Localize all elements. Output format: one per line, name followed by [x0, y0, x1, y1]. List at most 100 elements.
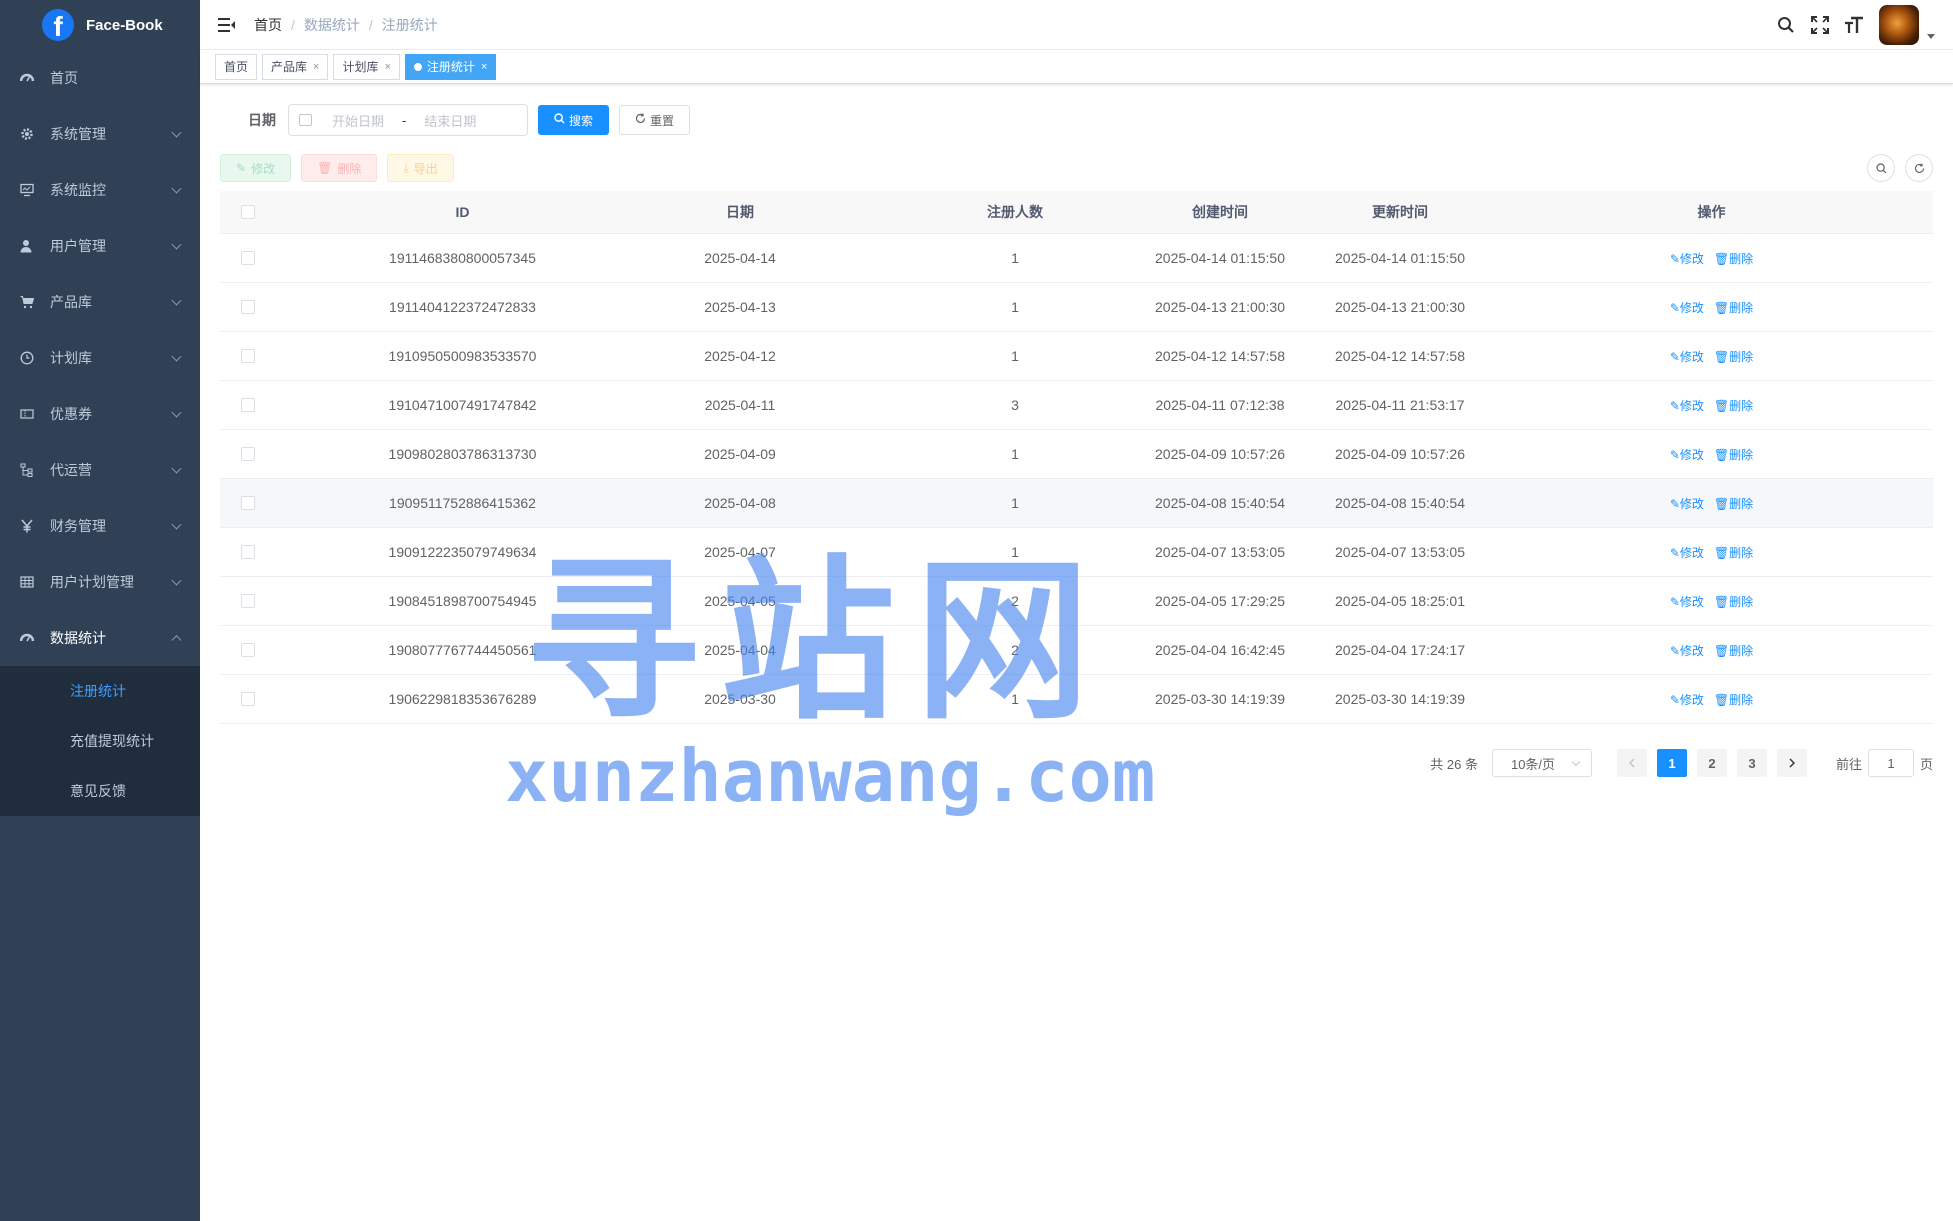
- row-edit-link[interactable]: ✎修改: [1670, 252, 1704, 266]
- row-delete-link[interactable]: 🗑︎删除: [1714, 301, 1753, 315]
- row-checkbox[interactable]: [240, 349, 255, 363]
- row-checkbox[interactable]: [240, 398, 255, 412]
- row-edit-link[interactable]: ✎修改: [1670, 399, 1704, 413]
- export-button[interactable]: ⤓ 导出: [387, 154, 454, 182]
- sidebar-subitem[interactable]: 意见反馈: [0, 766, 200, 816]
- search-button[interactable]: 搜索: [538, 105, 610, 135]
- table-row[interactable]: 1906229818353676289 2025-03-30 1 2025-03-30…: [220, 675, 1933, 724]
- cell-date: 2025-04-11: [704, 397, 776, 413]
- select-all-checkbox[interactable]: [240, 205, 255, 219]
- sidebar-item[interactable]: 数据统计: [0, 610, 200, 666]
- row-checkbox[interactable]: [240, 692, 255, 706]
- close-icon[interactable]: ×: [481, 61, 487, 73]
- cell-id: 1911404122372472833: [389, 299, 536, 315]
- date-range-picker[interactable]: 开始日期 - 结束日期: [288, 104, 528, 136]
- row-delete-link[interactable]: 🗑︎删除: [1714, 644, 1753, 658]
- row-checkbox[interactable]: [240, 545, 255, 559]
- caret-down-icon[interactable]: [1927, 33, 1935, 39]
- table-row[interactable]: 1909122235079749634 2025-04-07 1 2025-04-07…: [220, 528, 1933, 577]
- column-header-actions: 操作: [1697, 204, 1726, 220]
- fullscreen-icon[interactable]: [1809, 14, 1831, 36]
- edit-icon: ✎: [1669, 251, 1680, 266]
- edit-button[interactable]: ✎ 修改: [220, 154, 292, 182]
- sidebar-item[interactable]: 代运营: [0, 442, 200, 498]
- row-delete-link[interactable]: 🗑︎删除: [1714, 252, 1753, 266]
- row-checkbox[interactable]: [240, 447, 255, 461]
- close-icon[interactable]: ×: [384, 61, 390, 73]
- table-row[interactable]: 1911404122372472833 2025-04-13 1 2025-04-13…: [220, 283, 1933, 332]
- hamburger-icon[interactable]: [218, 17, 235, 32]
- edit-icon: ✎: [1669, 643, 1680, 658]
- row-edit-link[interactable]: ✎修改: [1670, 546, 1704, 560]
- breadcrumb-item[interactable]: 首页: [254, 15, 282, 35]
- sidebar-item[interactable]: 系统监控: [0, 162, 200, 218]
- row-checkbox[interactable]: [240, 300, 255, 314]
- app-name: Face-Book: [86, 16, 163, 34]
- row-delete-link[interactable]: 🗑︎删除: [1714, 693, 1753, 707]
- sidebar-item[interactable]: 计划库: [0, 330, 200, 386]
- table-row[interactable]: 1909802803786313730 2025-04-09 1 2025-04-09…: [220, 430, 1933, 479]
- next-page-button[interactable]: [1776, 749, 1807, 777]
- table-row[interactable]: 1908077767744450561 2025-04-04 2 2025-04-04…: [220, 626, 1933, 675]
- font-size-icon[interactable]: [1843, 14, 1865, 36]
- page-button[interactable]: 1: [1656, 749, 1687, 777]
- tag-tab[interactable]: 计划库 ×: [333, 53, 400, 80]
- reset-button[interactable]: 重置: [619, 105, 691, 135]
- refresh-button[interactable]: [1905, 154, 1933, 182]
- delete-button[interactable]: 🗑︎ 删除: [301, 154, 378, 182]
- sidebar-item[interactable]: 用户管理: [0, 218, 200, 274]
- row-edit-link[interactable]: ✎修改: [1670, 448, 1704, 462]
- row-checkbox[interactable]: [240, 251, 255, 265]
- toggle-search-button[interactable]: [1867, 154, 1895, 182]
- cell-created: 2025-04-04 16:42:45: [1155, 642, 1285, 658]
- table-row[interactable]: 1909511752886415362 2025-04-08 1 2025-04-08…: [220, 479, 1933, 528]
- cell-id: 1909122235079749634: [388, 544, 537, 560]
- avatar[interactable]: [1879, 5, 1919, 45]
- row-checkbox[interactable]: [240, 496, 255, 510]
- row-delete-link[interactable]: 🗑︎删除: [1714, 497, 1753, 511]
- search-icon: [1875, 162, 1886, 173]
- tag-tab[interactable]: 首页: [215, 53, 258, 80]
- row-edit-link[interactable]: ✎修改: [1670, 693, 1704, 707]
- row-edit-link[interactable]: ✎修改: [1670, 350, 1704, 364]
- sidebar-subitem[interactable]: 注册统计: [0, 666, 200, 716]
- row-delete-link[interactable]: 🗑︎删除: [1714, 399, 1753, 413]
- sidebar-item[interactable]: 产品库: [0, 274, 200, 330]
- row-checkbox[interactable]: [240, 594, 255, 608]
- row-select-cell: [220, 398, 275, 412]
- table-row[interactable]: 1911468380800057345 2025-04-14 1 2025-04-14…: [220, 234, 1933, 283]
- row-checkbox[interactable]: [240, 643, 255, 657]
- cell-actions: ✎修改 🗑︎删除: [1490, 593, 1933, 610]
- tag-tab[interactable]: 注册统计 ×: [404, 53, 497, 80]
- row-delete-link[interactable]: 🗑︎删除: [1714, 546, 1753, 560]
- sidebar-item[interactable]: 首页: [0, 50, 200, 106]
- logo[interactable]: f Face-Book: [0, 0, 200, 50]
- prev-page-button[interactable]: [1616, 749, 1647, 777]
- row-delete-link[interactable]: 🗑︎删除: [1714, 595, 1753, 609]
- row-edit-link[interactable]: ✎修改: [1670, 595, 1704, 609]
- table-row[interactable]: 1910471007491747842 2025-04-11 3 2025-04-11…: [220, 381, 1933, 430]
- table-row[interactable]: 1908451898700754945 2025-04-05 2 2025-04-05…: [220, 577, 1933, 626]
- trash-icon: 🗑︎: [1713, 251, 1730, 266]
- sidebar-item[interactable]: 系统管理: [0, 106, 200, 162]
- page-jump-input[interactable]: 1: [1867, 749, 1914, 777]
- page-size-select[interactable]: 10条/页: [1491, 749, 1592, 777]
- close-icon[interactable]: ×: [313, 61, 319, 73]
- row-delete-link[interactable]: 🗑︎删除: [1714, 350, 1753, 364]
- edit-icon: ✎: [1669, 545, 1680, 560]
- sidebar-item[interactable]: 用户计划管理: [0, 554, 200, 610]
- page-button[interactable]: 3: [1736, 749, 1767, 777]
- row-edit-link[interactable]: ✎修改: [1670, 301, 1704, 315]
- page-button[interactable]: 2: [1696, 749, 1727, 777]
- row-edit-link[interactable]: ✎修改: [1670, 644, 1704, 658]
- sidebar-item[interactable]: 优惠券: [0, 386, 200, 442]
- table-row[interactable]: 1910950500983533570 2025-04-12 1 2025-04-12…: [220, 332, 1933, 381]
- sidebar-item[interactable]: 财务管理: [0, 498, 200, 554]
- start-date-placeholder[interactable]: 开始日期: [332, 111, 384, 130]
- end-date-placeholder[interactable]: 结束日期: [424, 111, 476, 130]
- tag-tab[interactable]: 产品库 ×: [262, 53, 329, 80]
- row-edit-link[interactable]: ✎修改: [1670, 497, 1704, 511]
- sidebar-subitem[interactable]: 充值提现统计: [0, 716, 200, 766]
- search-icon[interactable]: [1775, 14, 1797, 36]
- row-delete-link[interactable]: 🗑︎删除: [1714, 448, 1753, 462]
